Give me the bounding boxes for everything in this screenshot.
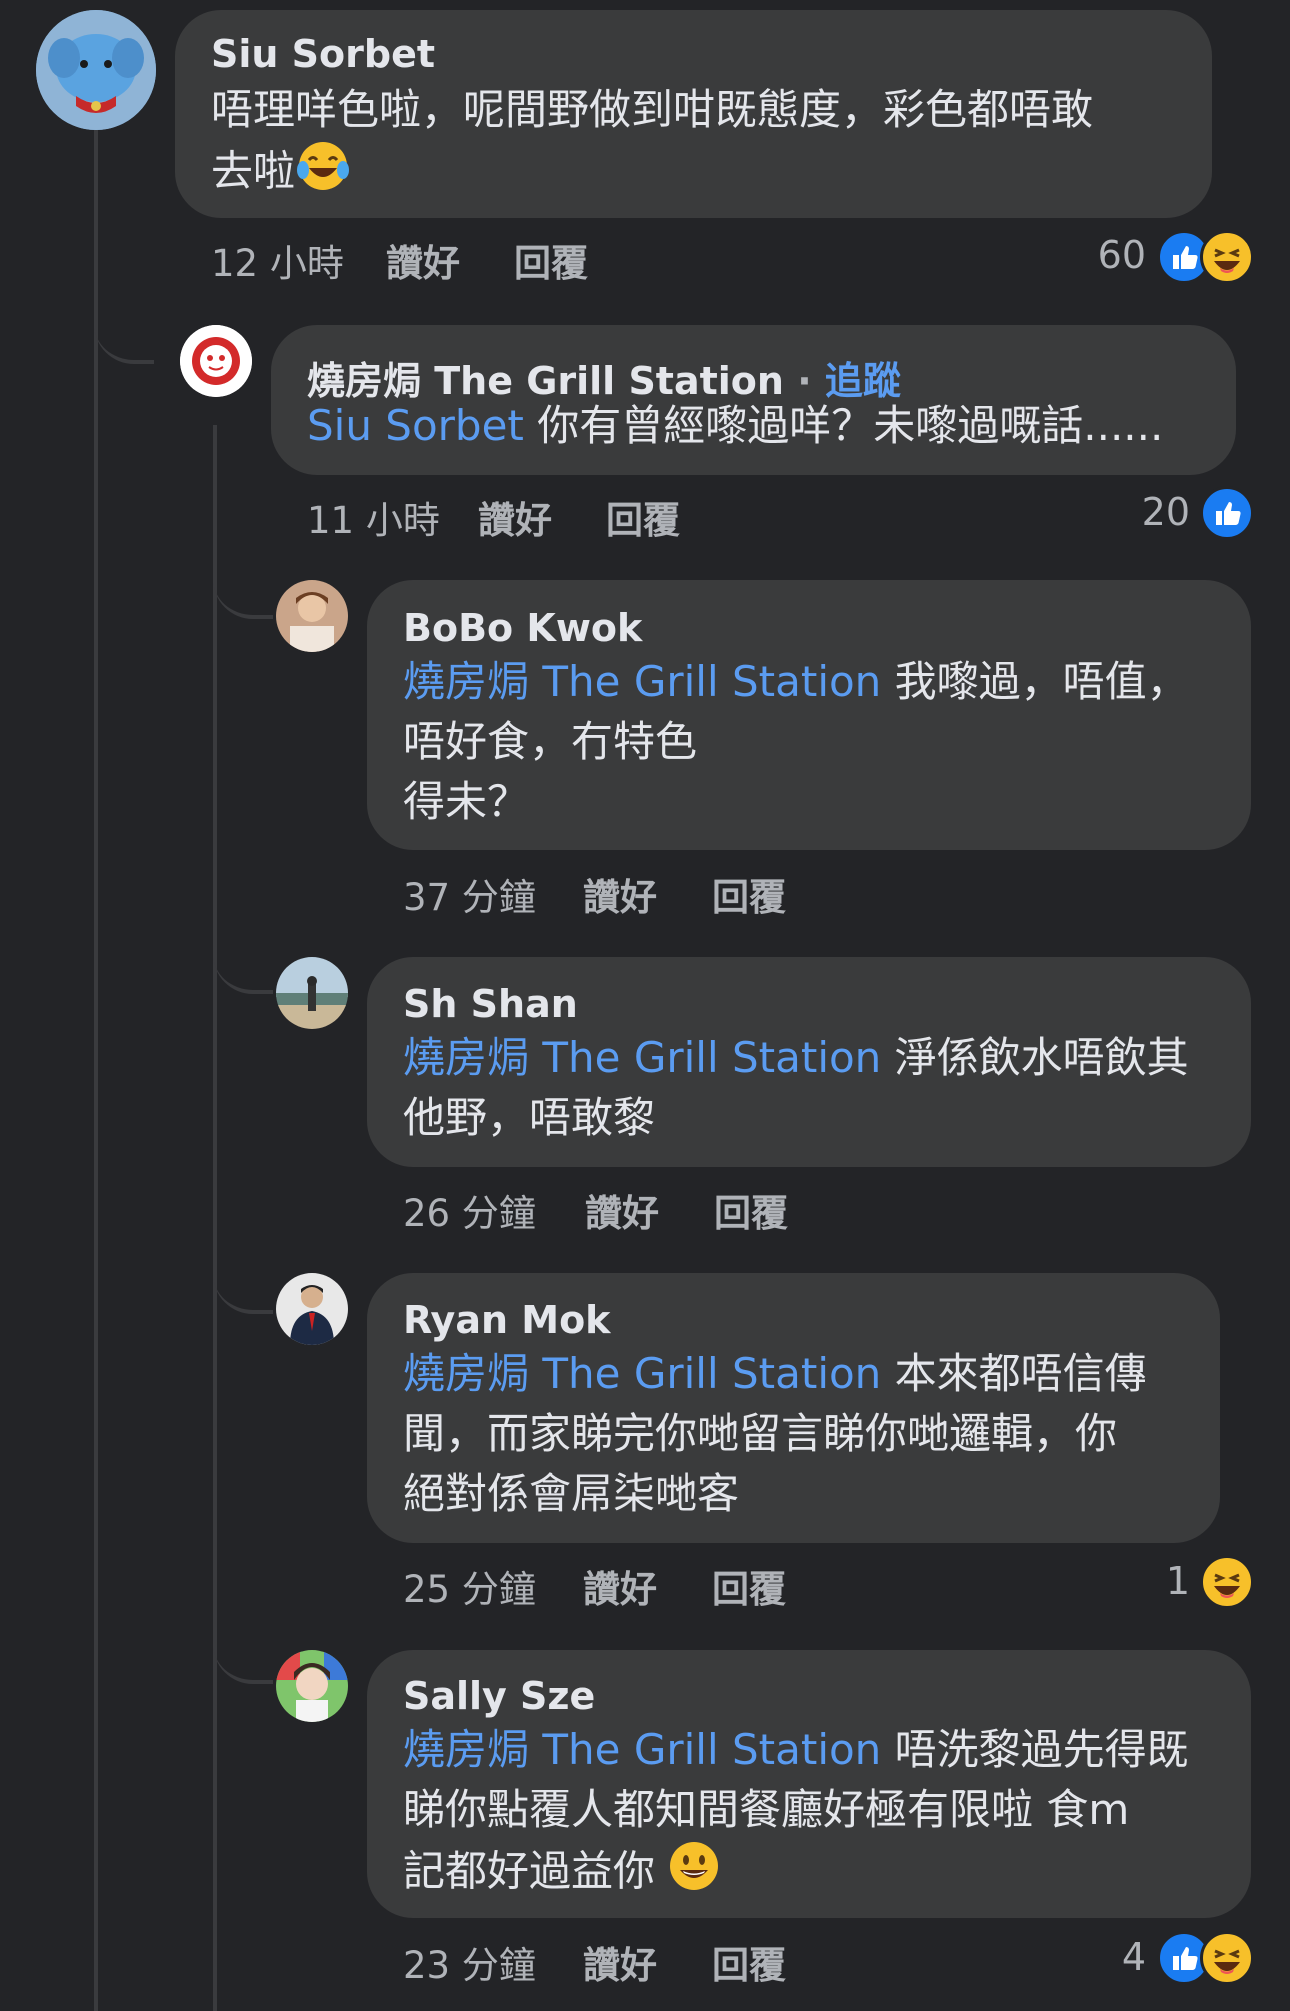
comment-text: Siu Sorbet 你有曾經嚟過咩？未嚟過嘅話...... [307,401,1164,450]
thread-connector-2 [213,545,273,619]
avatar-siu-sorbet[interactable] [36,10,156,130]
avatar-ryan-mok[interactable] [276,1273,348,1345]
comment-author[interactable]: Sally Sze [403,1674,595,1718]
comment-text: 燒房焗 The Grill Station 淨係飲水唔飲其 他野，唔敢黎 [403,1033,1189,1142]
comment-author[interactable]: Ryan Mok [403,1298,610,1342]
comment-time[interactable]: 26 分鐘 [403,1183,536,1237]
mention-link[interactable]: 燒房焗 The Grill Station [403,657,881,706]
comment-author[interactable]: Sh Shan [403,982,578,1026]
comment-text: 燒房焗 The Grill Station 本來都唔信傳 聞，而家睇完你哋留言睇… [403,1349,1147,1518]
reaction-count[interactable]: 60 [1090,233,1146,277]
laughing-tears-emoji [295,140,351,208]
thread-connector-5 [213,1610,273,1684]
comment-text: 燒房焗 The Grill Station 我嚟過，唔值， 唔好食，冇特色 得未… [403,657,1189,826]
thread-connector-3 [213,920,273,994]
comment-time[interactable]: 23 分鐘 [403,1935,536,1989]
reply-button[interactable]: 回覆 [714,1183,788,1237]
thread-line-main [94,130,98,2011]
like-button[interactable]: 讚好 [478,490,552,544]
like-button[interactable]: 讚好 [583,1559,657,1613]
haha-reaction-icon [1200,1931,1254,1985]
thread-connector-1 [94,290,154,364]
smiley-emoji [668,1840,720,1908]
reaction-count[interactable]: 20 [1130,490,1190,534]
comment-author[interactable]: Siu Sorbet [211,32,435,76]
reply-button[interactable]: 回覆 [712,1935,786,1989]
reply-button[interactable]: 回覆 [712,1559,786,1613]
comment-time[interactable]: 11 小時 [307,490,440,544]
like-button[interactable]: 讚好 [583,867,657,921]
comment-time[interactable]: 25 分鐘 [403,1559,536,1613]
like-button[interactable]: 讚好 [583,1935,657,1989]
reply-button[interactable]: 回覆 [514,233,588,287]
reaction-count[interactable]: 1 [1160,1559,1190,1603]
reply-button[interactable]: 回覆 [606,490,680,544]
comment-text: 燒房焗 The Grill Station 唔洗黎過先得既 睇你點覆人都知間餐廳… [403,1720,1243,1908]
thread-line-reply [213,425,217,2011]
like-reaction-icon [1200,486,1254,540]
avatar-sh-shan[interactable] [276,957,348,1029]
thread-connector-4 [213,1240,273,1314]
avatar-sally-sze[interactable] [276,1650,348,1722]
like-button[interactable]: 讚好 [386,233,460,287]
comment-time[interactable]: 12 小時 [211,233,344,287]
like-button[interactable]: 讚好 [585,1183,659,1237]
comment-author[interactable]: BoBo Kwok [403,606,642,650]
comment-time[interactable]: 37 分鐘 [403,867,536,921]
mention-link[interactable]: 燒房焗 The Grill Station [403,1033,881,1082]
avatar-bobo-kwok[interactable] [276,580,348,652]
haha-reaction-icon [1200,1555,1254,1609]
reaction-count[interactable]: 4 [1110,1935,1146,1979]
mention-link[interactable]: 燒房焗 The Grill Station [403,1725,881,1774]
mention-link[interactable]: Siu Sorbet [307,401,524,450]
comment-text: 唔理咩色啦，呢間野做到咁既態度，彩色都唔敢 去啦 [211,80,1201,208]
reply-button[interactable]: 回覆 [712,867,786,921]
mention-link[interactable]: 燒房焗 The Grill Station [403,1349,881,1398]
avatar-grill-station[interactable] [180,325,252,397]
haha-reaction-icon [1200,230,1254,284]
